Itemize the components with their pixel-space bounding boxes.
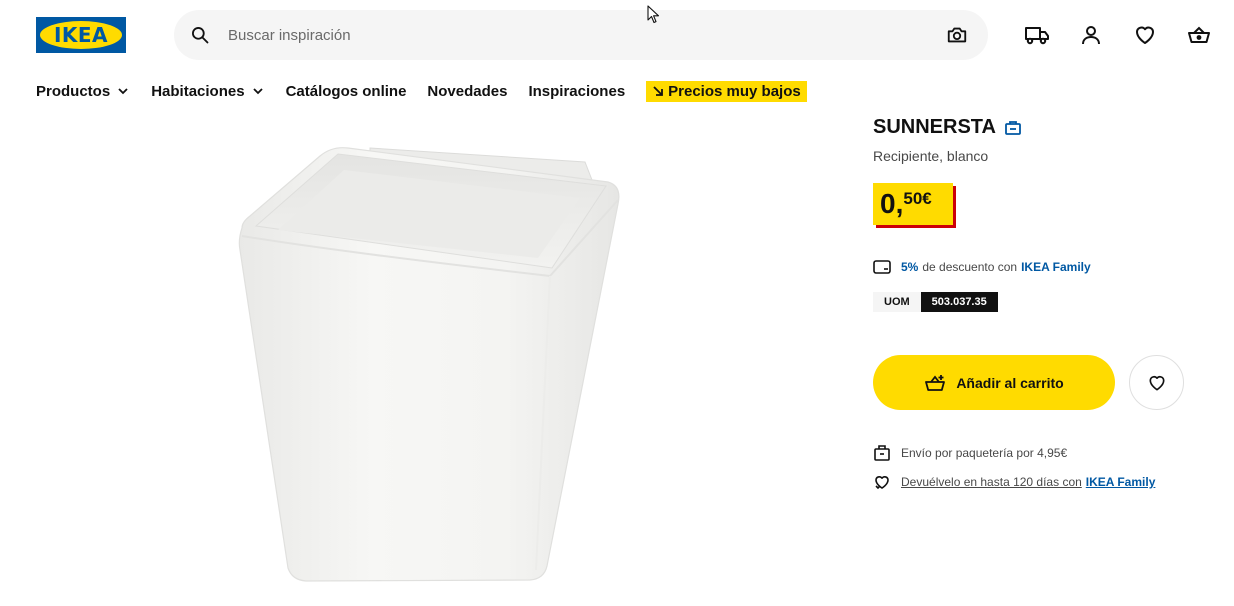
nav-item-label: Catálogos online (285, 82, 407, 100)
article-number: 503.037.35 (920, 292, 998, 312)
return-policy-link[interactable]: Devuélvelo en hasta 120 días con (901, 475, 1082, 489)
discount-text: de descuento con (922, 260, 1018, 274)
discount-percent: 5% (901, 260, 919, 274)
shopping-basket-icon[interactable] (1186, 22, 1212, 48)
family-discount: 5% de descuento con IKEA Family (873, 260, 1091, 274)
article-label: UOM (873, 292, 921, 312)
product-title-row: SUNNERSTA (873, 116, 1022, 139)
heart-icon (1149, 375, 1164, 390)
price-decimal: 50€ (903, 189, 932, 208)
product-image[interactable] (220, 140, 640, 590)
add-to-cart-button[interactable]: Añadir al carrito (873, 355, 1115, 410)
return-heart-icon (875, 476, 889, 490)
nav-item-productos[interactable]: Productos (36, 83, 130, 100)
ikea-logo[interactable]: IKEA (36, 17, 126, 53)
nav-item-label: Productos (36, 82, 111, 100)
camera-icon[interactable] (946, 24, 968, 46)
nav-item-inspiraciones[interactable]: Inspiraciones (528, 83, 625, 100)
search-bar[interactable] (174, 10, 988, 60)
family-link[interactable]: IKEA Family (1021, 260, 1091, 274)
nav-item-label: Habitaciones (151, 82, 245, 100)
logo-oval: IKEA (40, 21, 122, 49)
nav-item-catalogos[interactable]: Catálogos online (286, 83, 407, 100)
nav-promo-label: Precios muy bajos (668, 82, 801, 100)
delivery-truck-icon[interactable] (1024, 22, 1050, 48)
main-nav: Productos Habitaciones Catálogos online … (36, 78, 807, 104)
user-icon[interactable] (1078, 22, 1104, 48)
return-family-link[interactable]: IKEA Family (1086, 475, 1156, 489)
add-to-cart-label: Añadir al carrito (956, 374, 1064, 391)
price-tag: 0, 50€ (873, 183, 953, 225)
return-policy: Devuélvelo en hasta 120 días con IKEA Fa… (873, 473, 1155, 491)
logo-text: IKEA (53, 23, 109, 47)
nav-item-precios-muy-bajos[interactable]: Precios muy bajos (646, 80, 807, 102)
search-input[interactable] (228, 10, 908, 60)
add-to-favourites-button[interactable] (1129, 355, 1184, 410)
chevron-down-icon (252, 88, 263, 95)
shipping-info: Envío por paquetería por 4,95€ (873, 444, 1067, 462)
shipping-text: Envío por paquetería por 4,95€ (901, 446, 1068, 460)
arrow-down-right-icon (653, 86, 664, 96)
nav-item-label: Novedades (427, 82, 508, 100)
nav-item-habitaciones[interactable]: Habitaciones (151, 83, 264, 100)
card-icon (873, 260, 891, 274)
nav-item-label: Inspiraciones (528, 82, 626, 100)
add-to-basket-icon (925, 374, 946, 391)
price-integer: 0, (880, 188, 904, 219)
parcel-delivery-icon (874, 445, 890, 461)
article-number-badge: UOM 503.037.35 (873, 292, 998, 312)
product-name: SUNNERSTA (873, 116, 996, 138)
heart-icon[interactable] (1132, 22, 1158, 48)
product-description: Recipiente, blanco (873, 148, 989, 164)
mouse-cursor-icon (647, 5, 660, 24)
store-availability-icon[interactable] (1004, 119, 1022, 137)
nav-item-novedades[interactable]: Novedades (427, 83, 507, 100)
search-icon[interactable] (190, 25, 210, 45)
chevron-down-icon (118, 88, 128, 95)
